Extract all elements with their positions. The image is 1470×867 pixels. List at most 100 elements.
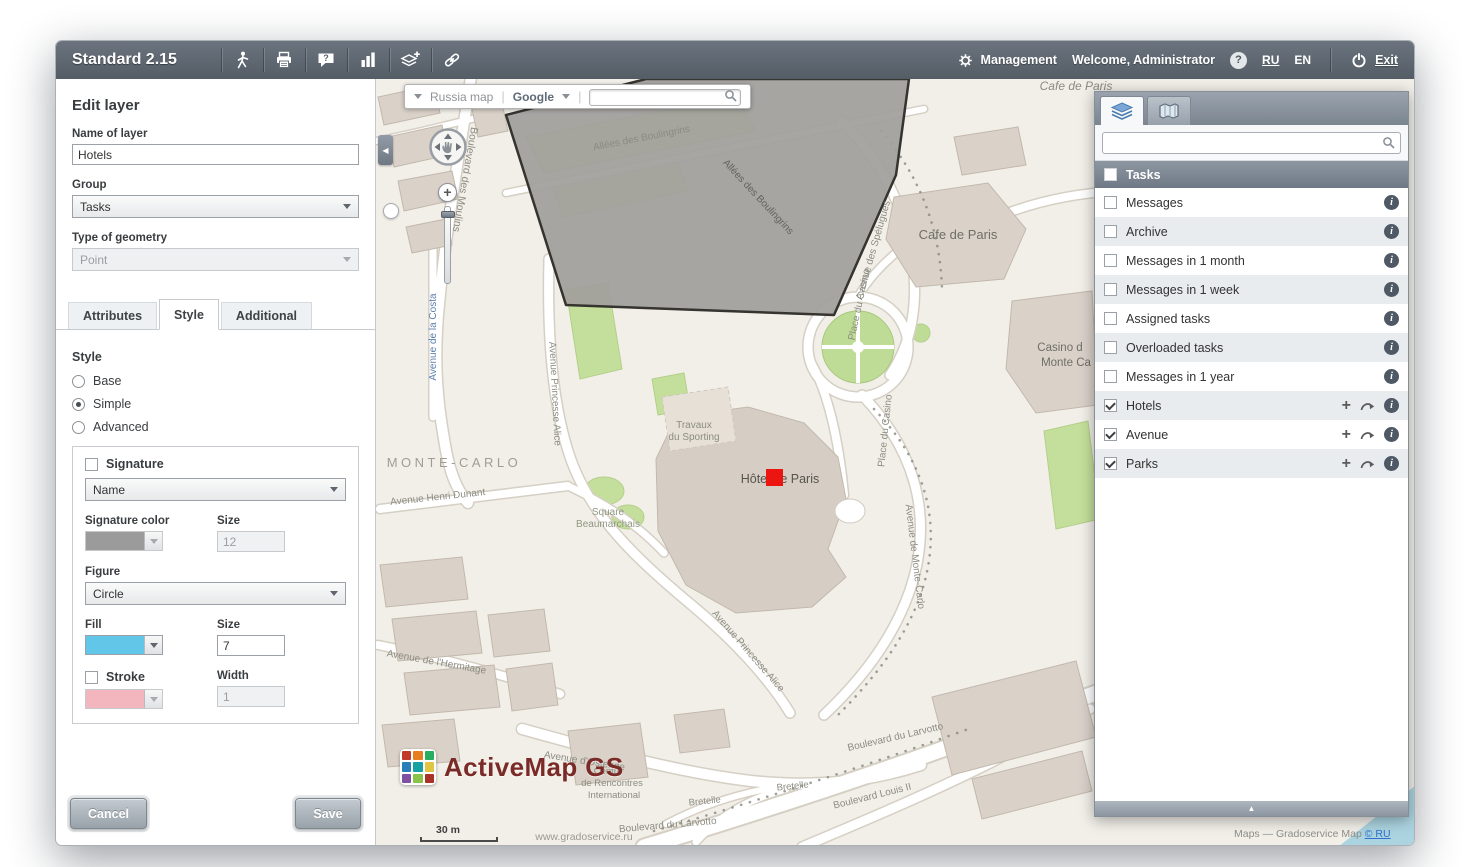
layer-row-messages-in-1-month[interactable]: Messages in 1 monthi	[1095, 246, 1408, 275]
layer-label: Messages	[1126, 196, 1375, 210]
collapse-left-panel-button[interactable]: ◀	[378, 135, 393, 165]
pan-control[interactable]	[428, 127, 468, 172]
layer-info-icon[interactable]: i	[1384, 224, 1399, 239]
add-feature-icon[interactable]: +	[1342, 398, 1351, 414]
zoom-slider[interactable]	[444, 206, 451, 284]
layer-row-assigned-tasks[interactable]: Assigned tasksi	[1095, 304, 1408, 333]
search-icon[interactable]	[724, 89, 738, 103]
layer-checkbox[interactable]	[1104, 225, 1117, 238]
layer-row-parks[interactable]: Parks+i	[1095, 449, 1408, 478]
management-button[interactable]: Management	[957, 52, 1057, 69]
layers-panel-collapse[interactable]: ▲	[1095, 801, 1408, 816]
layer-row-avenue[interactable]: Avenue+i	[1095, 420, 1408, 449]
language-ru[interactable]: RU	[1262, 53, 1279, 67]
radio-base[interactable]: Base	[72, 374, 359, 388]
chevron-down-icon[interactable]	[562, 94, 570, 99]
fill-size-input[interactable]	[217, 635, 285, 656]
zoom-slider-handle[interactable]	[441, 211, 455, 218]
attribution-link[interactable]: © RU	[1365, 828, 1391, 840]
layer-checkbox[interactable]	[1104, 428, 1117, 441]
layer-checkbox[interactable]	[1104, 457, 1117, 470]
chevron-down-icon	[150, 643, 158, 648]
radio-icon	[72, 375, 85, 388]
swatch-dropdown-button	[144, 532, 162, 550]
save-button[interactable]: Save	[295, 798, 361, 829]
stroke-checkbox-row[interactable]: Stroke	[85, 670, 195, 684]
layer-info-icon[interactable]: i	[1384, 398, 1399, 413]
chevron-down-icon	[343, 204, 351, 209]
layer-checkbox[interactable]	[1104, 370, 1117, 383]
statistics-button[interactable]	[352, 46, 385, 74]
base-layer-select[interactable]: Russia map	[430, 90, 493, 104]
group-checkbox[interactable]	[1104, 168, 1117, 181]
signature-checkbox-row[interactable]: Signature	[85, 457, 346, 471]
layer-info-icon[interactable]: i	[1384, 456, 1399, 471]
link-button[interactable]	[436, 46, 469, 74]
layer-group-header[interactable]: Tasks	[1095, 161, 1408, 188]
tab-layers[interactable]	[1100, 96, 1144, 125]
layer-checkbox[interactable]	[1104, 341, 1117, 354]
signature-checkbox[interactable]	[85, 458, 98, 471]
layer-row-messages-in-1-year[interactable]: Messages in 1 yeari	[1095, 362, 1408, 391]
layer-info-icon[interactable]: i	[1384, 369, 1399, 384]
zoom-in-button[interactable]: +	[438, 183, 457, 202]
swatch-dropdown-button[interactable]	[144, 636, 162, 654]
map-search-input[interactable]	[589, 89, 741, 106]
map-label: Monte Ca	[1041, 357, 1091, 369]
signature-field-select[interactable]: Name	[85, 478, 346, 501]
map-label: Avenue de la Costa	[428, 293, 439, 381]
layer-checkbox[interactable]	[1104, 283, 1117, 296]
radio-advanced[interactable]: Advanced	[72, 420, 359, 434]
chevron-down-icon[interactable]	[414, 94, 422, 99]
edit-geometry-icon[interactable]	[1360, 458, 1375, 470]
language-en[interactable]: EN	[1294, 53, 1311, 67]
hotels-layer-marker[interactable]	[766, 469, 783, 486]
feedback-button[interactable]: ?	[310, 46, 343, 74]
layer-checkbox[interactable]	[1104, 196, 1117, 209]
search-icon[interactable]	[1382, 136, 1396, 150]
layer-row-messages-in-1-week[interactable]: Messages in 1 weeki	[1095, 275, 1408, 304]
attribution-text: Maps — Gradoservice Map	[1234, 828, 1362, 840]
edit-geometry-icon[interactable]	[1360, 429, 1375, 441]
figure-select[interactable]: Circle	[85, 582, 346, 605]
layer-info-icon[interactable]: i	[1384, 282, 1399, 297]
tab-additional[interactable]: Additional	[221, 302, 312, 329]
geometry-select: Point	[72, 248, 359, 271]
cancel-button[interactable]: Cancel	[70, 798, 147, 829]
print-button[interactable]	[268, 46, 301, 74]
edit-geometry-icon[interactable]	[1360, 400, 1375, 412]
layer-row-overloaded-tasks[interactable]: Overloaded tasksi	[1095, 333, 1408, 362]
tab-attributes[interactable]: Attributes	[68, 302, 157, 329]
layer-checkbox[interactable]	[1104, 254, 1117, 267]
layer-info-icon[interactable]: i	[1384, 311, 1399, 326]
layer-row-messages[interactable]: Messages i	[1095, 188, 1408, 217]
radio-simple[interactable]: Simple	[72, 397, 359, 411]
add-feature-icon[interactable]: +	[1342, 427, 1351, 443]
walking-person-tool-button[interactable]	[226, 46, 259, 74]
layer-info-icon[interactable]: i	[1384, 195, 1399, 210]
layer-name-input[interactable]	[72, 144, 359, 165]
map-round-control[interactable]	[383, 203, 399, 219]
layers-search-input[interactable]	[1102, 132, 1401, 154]
layer-checkbox[interactable]	[1104, 312, 1117, 325]
help-button[interactable]: ?	[1230, 52, 1247, 69]
add-layer-button[interactable]	[394, 46, 427, 74]
provider-select[interactable]: Google	[513, 90, 554, 104]
add-feature-icon[interactable]: +	[1342, 456, 1351, 472]
layer-row-hotels[interactable]: Hotels+i	[1095, 391, 1408, 420]
layer-info-icon[interactable]: i	[1384, 427, 1399, 442]
layer-info-icon[interactable]: i	[1384, 340, 1399, 355]
group-select[interactable]: Tasks	[72, 195, 359, 218]
fill-color-picker[interactable]	[85, 635, 163, 655]
layer-checkbox[interactable]	[1104, 399, 1117, 412]
exit-button[interactable]: Exit	[1350, 51, 1398, 69]
layer-info-icon[interactable]: i	[1384, 253, 1399, 268]
layer-row-archive[interactable]: Archivei	[1095, 217, 1408, 246]
power-icon	[1350, 51, 1368, 69]
tab-legend[interactable]	[1147, 96, 1191, 125]
stroke-checkbox[interactable]	[85, 671, 98, 684]
radio-simple-label: Simple	[93, 397, 131, 411]
map-label: www.gradoservice.ru	[534, 831, 633, 843]
selected-feature-polygon[interactable]	[506, 79, 909, 315]
tab-style[interactable]: Style	[159, 299, 219, 330]
